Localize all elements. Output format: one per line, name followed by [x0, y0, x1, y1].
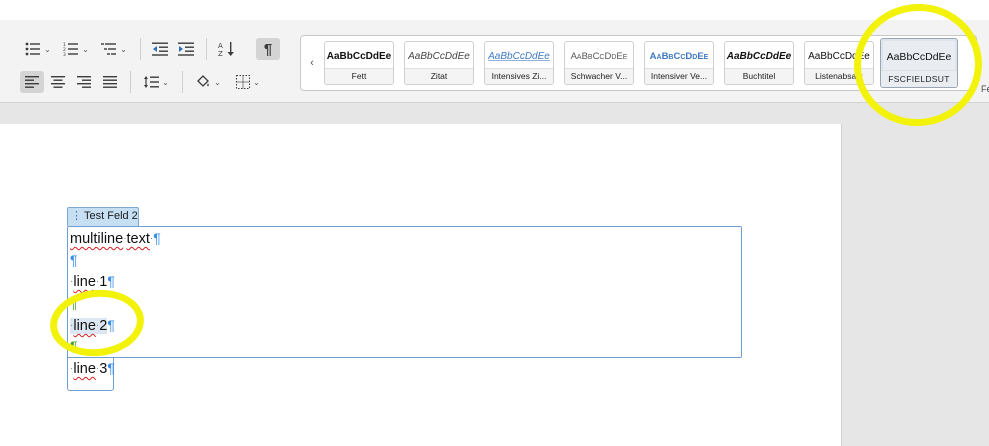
style-tile-intensiver-verweis[interactable]: AaBbCcDdEe Intensiver Ve... [644, 41, 714, 85]
style-sample: AaBbCcDdEe [570, 51, 628, 62]
align-right-icon [77, 76, 91, 88]
numbering-button[interactable]: 123 ⌄ [58, 38, 94, 60]
doc-word: line [73, 361, 96, 377]
toolbar-separator [140, 38, 141, 60]
show-formatting-button[interactable]: ¶ [256, 38, 280, 60]
decrease-indent-icon [152, 42, 168, 56]
pilcrow-mark: ¶ [107, 273, 115, 289]
doc-line-3[interactable]: ·line·3¶ [70, 360, 115, 377]
bullet-list-icon [25, 42, 41, 56]
style-tile-fett[interactable]: AaBbCcDdEe Fett [324, 41, 394, 85]
pilcrow-mark: ¶ [153, 230, 161, 246]
line-spacing-button[interactable]: ⌄ [138, 71, 174, 93]
line-spacing-icon [144, 76, 160, 88]
style-caption: Intensives Zi... [485, 68, 553, 84]
toolbar-separator [182, 71, 183, 93]
doc-word: multiline [70, 231, 124, 247]
space-mark: · [149, 233, 154, 244]
chevron-down-icon: ⌄ [82, 44, 89, 54]
justify-icon [103, 76, 117, 88]
space-mark: · [70, 276, 74, 287]
pilcrow-icon: ¶ [263, 40, 273, 58]
style-caption: Fett [325, 68, 393, 84]
decrease-indent-button[interactable] [148, 38, 172, 60]
drag-handle-icon: ⋮ [71, 210, 82, 222]
style-tile-schwacher-verweis[interactable]: AaBbCcDdEe Schwacher V... [564, 41, 634, 85]
bullets-button[interactable]: ⌄ [20, 38, 56, 60]
gallery-prev-button[interactable]: ‹ [305, 55, 319, 71]
justify-button[interactable] [98, 71, 122, 93]
svg-text:Z: Z [218, 50, 223, 57]
content-control-title: Test Feld 2 [84, 210, 138, 222]
borders-icon [236, 75, 251, 89]
style-caption: Zitat [405, 68, 473, 84]
align-left-icon [25, 76, 39, 88]
style-sample: AaBbCcDdEe [326, 51, 392, 62]
paint-bucket-icon [197, 75, 210, 87]
chevron-down-icon: ⌄ [214, 77, 221, 87]
style-caption: Buchtitel [725, 68, 793, 84]
chevron-down-icon: ⌄ [162, 77, 169, 87]
ribbon: ⌄ 123 ⌄ ⌄ AZ ¶ ⌄ ⌄ ⌄ ‹ AaBbCcDdEe Fett A… [0, 0, 989, 103]
chevron-down-icon: ⌄ [120, 44, 127, 54]
svg-text:3: 3 [63, 52, 66, 56]
align-left-button[interactable] [20, 71, 44, 93]
chevron-down-icon: ⌄ [44, 44, 51, 54]
align-right-button[interactable] [72, 71, 96, 93]
content-control-title-tag[interactable]: ⋮ Test Feld 2 [67, 207, 139, 226]
chevron-left-icon: ‹ [310, 57, 314, 69]
space-mark: · [95, 276, 100, 287]
borders-button[interactable]: ⌄ [230, 71, 266, 93]
increase-indent-icon [178, 42, 194, 56]
doc-line-1[interactable]: ·line·1¶ [70, 273, 115, 290]
align-center-icon [51, 76, 65, 88]
space-mark: · [95, 363, 100, 374]
pilcrow-mark: ¶ [107, 360, 115, 376]
shading-button[interactable]: ⌄ [192, 71, 224, 93]
toolbar-separator [130, 71, 131, 93]
style-tile-zitat[interactable]: AaBbCcDdEe Zitat [404, 41, 474, 85]
pilcrow-mark: ¶ [70, 252, 78, 268]
ribbon-cut-off-label: Fe [981, 84, 989, 94]
space-mark: · [123, 233, 127, 244]
numbered-list-icon: 123 [63, 42, 79, 56]
toolbar-separator [206, 38, 207, 60]
doc-line-multiline-text[interactable]: multiline·text·¶ [70, 230, 161, 247]
multilevel-list-button[interactable]: ⌄ [96, 38, 132, 60]
style-tile-buchtitel[interactable]: AaBbCcDdEe Buchtitel [724, 41, 794, 85]
style-caption: Schwacher V... [565, 68, 633, 84]
style-caption: Intensiver Ve... [645, 68, 713, 84]
sort-button[interactable]: AZ [214, 38, 240, 60]
doc-word: line [73, 274, 96, 290]
increase-indent-button[interactable] [174, 38, 198, 60]
style-sample: AaBbCcDdEe [726, 51, 792, 62]
doc-line-empty[interactable]: ¶ [70, 252, 78, 269]
style-sample: AaBbCcDdEe [488, 51, 550, 62]
chevron-down-icon: ⌄ [253, 77, 260, 87]
doc-word: text [126, 231, 150, 247]
style-sample: AaBbCcDdEe [408, 51, 470, 62]
svg-text:A: A [218, 42, 223, 50]
sort-icon: AZ [218, 42, 234, 57]
content-control-box[interactable] [67, 226, 742, 358]
multilevel-list-icon [101, 43, 117, 55]
style-tile-intensives-zitat[interactable]: AaBbCcDdEe Intensives Zi... [484, 41, 554, 85]
ribbon-top-strip [0, 0, 989, 20]
align-center-button[interactable] [46, 71, 70, 93]
space-mark: · [70, 363, 74, 374]
style-sample: AaBbCcDdEe [649, 51, 709, 62]
